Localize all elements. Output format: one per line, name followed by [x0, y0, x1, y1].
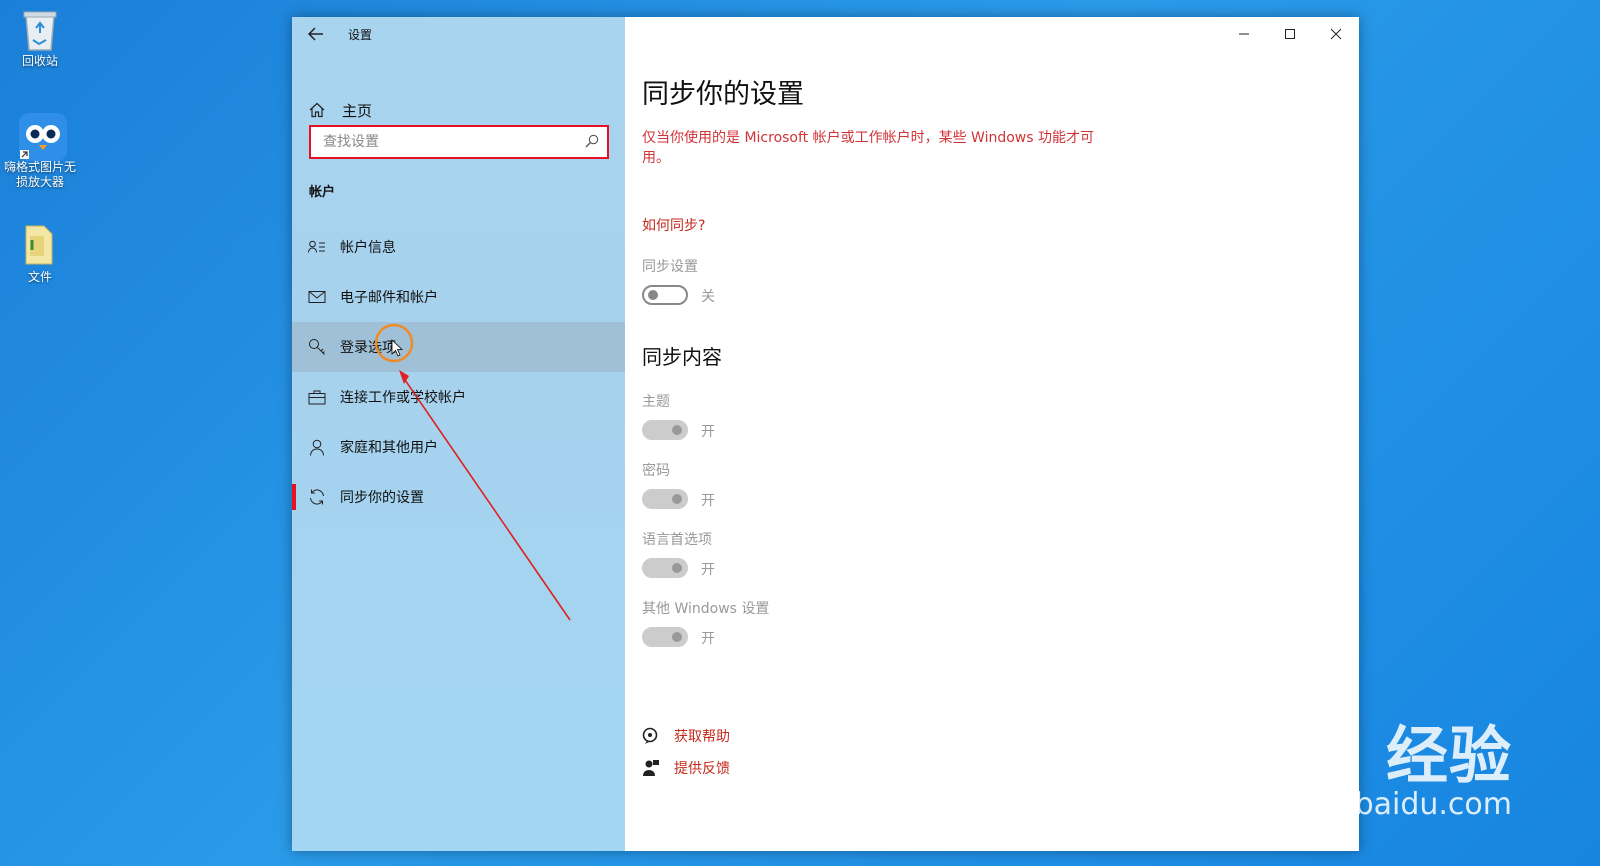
desktop-icon-image-upscaler[interactable]: 嗨格式图片无 损放大器 [0, 112, 80, 190]
sidebar-item-work-school[interactable]: 连接工作或学校帐户 [292, 372, 625, 422]
sidebar-item-sign-in-options[interactable]: 登录选项 [292, 322, 625, 372]
language-label: 语言首选项 [642, 532, 712, 548]
person-icon [308, 438, 326, 456]
password-toggle[interactable] [642, 489, 688, 509]
sidebar-item-label: 同步你的设置 [340, 490, 424, 506]
key-icon [308, 338, 326, 356]
nav-home-label: 主页 [342, 101, 373, 120]
give-feedback-label: 提供反馈 [674, 761, 730, 777]
sidebar-item-family-users[interactable]: 家庭和其他用户 [292, 422, 625, 472]
sidebar-item-label: 帐户信息 [340, 240, 396, 256]
sync-content-heading: 同步内容 [642, 345, 722, 369]
baidu-watermark: Bai du 经验 jingyan.baidu.com [1137, 724, 1512, 822]
sidebar-item-label: 电子邮件和帐户 [340, 290, 438, 306]
password-state: 开 [701, 493, 715, 509]
window-controls [1221, 17, 1359, 51]
briefcase-icon [308, 388, 326, 406]
minimize-button[interactable] [1221, 17, 1267, 51]
desktop-icon-label: 文件 [27, 270, 52, 284]
sidebar-item-sync-settings[interactable]: 同步你的设置 [292, 472, 625, 522]
sync-icon [308, 488, 326, 506]
sidebar-item-label: 家庭和其他用户 [340, 440, 438, 456]
feedback-icon [642, 759, 660, 777]
language-state: 开 [701, 562, 715, 578]
toggle-knob [672, 494, 682, 504]
theme-toggle[interactable] [642, 420, 688, 440]
close-button[interactable] [1313, 17, 1359, 51]
sidebar-item-email-accounts[interactable]: 电子邮件和帐户 [292, 272, 625, 322]
other-windows-label: 其他 Windows 设置 [642, 601, 770, 617]
sync-settings-toggle[interactable] [642, 285, 688, 305]
window-title: 设置 [348, 27, 373, 42]
sidebar-item-label: 连接工作或学校帐户 [340, 390, 466, 406]
toggle-knob [648, 290, 658, 300]
desktop-icon-label-line1: 嗨格式图片无 [3, 160, 76, 174]
search-icon[interactable] [585, 133, 599, 152]
password-label: 密码 [642, 463, 670, 479]
recycle-bin-icon [18, 6, 62, 51]
nav-list: 帐户信息 电子邮件和帐户 登录选项 连接工作或学校帐户 家庭和其他用户 同步你的… [292, 222, 625, 522]
watermark-url: jingyan.baidu.com [1235, 787, 1512, 822]
desktop-icon-recycle-bin[interactable]: 回收站 [0, 6, 80, 69]
how-to-sync-link[interactable]: 如何同步? [642, 215, 705, 235]
sidebar-item-label: 登录选项 [340, 340, 396, 356]
toggle-knob [672, 425, 682, 435]
account-warning: 仅当你使用的是 Microsoft 帐户或工作帐户时，某些 Windows 功能… [642, 130, 1095, 166]
language-toggle[interactable] [642, 558, 688, 578]
maximize-button[interactable] [1267, 17, 1313, 51]
nav-home[interactable]: 主页 [292, 93, 625, 127]
folder-icon [18, 222, 62, 266]
desktop-icon-label: 回收站 [21, 54, 58, 68]
toggle-knob [672, 563, 682, 573]
owl-app-icon [18, 112, 67, 161]
other-windows-toggle[interactable] [642, 627, 688, 647]
theme-state: 开 [701, 424, 715, 440]
desktop-icon-folder[interactable]: 文件 [0, 222, 80, 285]
search-input[interactable] [323, 134, 585, 150]
title-bar: 设置 [292, 17, 625, 51]
home-icon [308, 101, 326, 119]
help-chat-icon [642, 727, 660, 745]
other-windows-state: 开 [701, 631, 715, 647]
sync-setting-label: 同步设置 [642, 259, 698, 275]
close-icon [1330, 28, 1342, 40]
sidebar-item-account-info[interactable]: 帐户信息 [292, 222, 625, 272]
toggle-knob [672, 632, 682, 642]
mail-icon [308, 288, 326, 306]
search-box[interactable] [309, 125, 609, 159]
get-help-label: 获取帮助 [674, 729, 730, 745]
desktop-icon-label-line2: 损放大器 [15, 175, 64, 189]
back-button[interactable] [292, 17, 340, 51]
get-help-link[interactable]: 获取帮助 [642, 726, 730, 746]
sync-setting-state: 关 [701, 289, 715, 305]
account-info-icon [308, 238, 326, 256]
give-feedback-link[interactable]: 提供反馈 [642, 758, 730, 778]
minimize-icon [1239, 33, 1249, 35]
sidebar: 设置 主页 帐户 帐户信息 [292, 17, 625, 851]
theme-label: 主题 [642, 394, 670, 410]
page-title: 同步你的设置 [642, 79, 804, 110]
maximize-icon [1285, 29, 1295, 39]
section-heading: 帐户 [309, 185, 336, 200]
back-arrow-icon [308, 27, 323, 41]
watermark-brand: Bai du 经验 [1136, 719, 1512, 792]
